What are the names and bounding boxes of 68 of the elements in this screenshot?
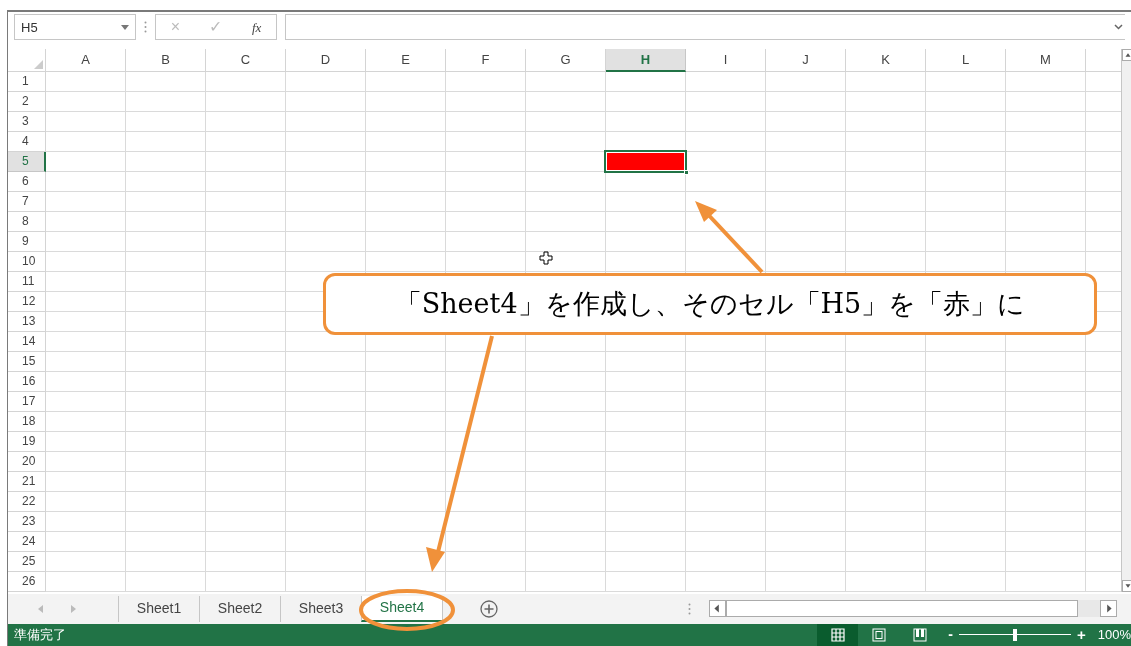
row-header[interactable]: 7 [8, 191, 46, 212]
column-header[interactable]: L [926, 48, 1006, 72]
row-header[interactable]: 9 [8, 231, 46, 252]
dropdown-icon [121, 24, 129, 30]
vertical-scrollbar[interactable] [1121, 48, 1131, 592]
scroll-up-icon[interactable] [1122, 48, 1131, 61]
page-break-icon [912, 627, 927, 642]
row-header[interactable]: 11 [8, 271, 46, 292]
zoom-level[interactable]: 100% [1097, 625, 1131, 645]
row-header[interactable]: 20 [8, 451, 46, 472]
row-header[interactable]: 17 [8, 391, 46, 412]
row-header[interactable]: 18 [8, 411, 46, 432]
grip-icon[interactable] [688, 602, 691, 615]
row-header[interactable]: 24 [8, 531, 46, 552]
view-button[interactable] [817, 623, 859, 646]
column-header[interactable]: M [1006, 48, 1086, 72]
column-header[interactable]: K [846, 48, 926, 72]
row-header[interactable]: 4 [8, 131, 46, 152]
column-header[interactable]: I [686, 48, 766, 72]
column-header[interactable]: D [286, 48, 366, 72]
row-header[interactable]: 14 [8, 331, 46, 352]
row-header[interactable]: 10 [8, 251, 46, 272]
row-header[interactable]: 8 [8, 211, 46, 232]
column-header[interactable]: E [366, 48, 446, 72]
sheet-tab[interactable]: Sheet1 [118, 595, 199, 622]
cell-grid[interactable] [46, 71, 1121, 592]
row-header[interactable]: 19 [8, 431, 46, 452]
row-header[interactable]: 1 [8, 71, 46, 92]
zoom-thumb[interactable] [1013, 628, 1017, 641]
row-header[interactable]: 16 [8, 371, 46, 392]
insert-function-button[interactable]: fx [251, 17, 262, 38]
row-header[interactable]: 22 [8, 491, 46, 512]
column-header[interactable]: F [446, 48, 526, 72]
scroll-left-icon[interactable] [709, 600, 726, 618]
row-header[interactable]: 26 [8, 571, 46, 592]
row-header[interactable]: 23 [8, 511, 46, 532]
formula-field[interactable] [285, 14, 1125, 41]
row-header[interactable]: 2 [8, 91, 46, 112]
row-header[interactable]: 15 [8, 351, 46, 372]
grid-icon [830, 627, 845, 642]
row-header[interactable]: 5 [8, 151, 46, 172]
add-sheet-icon[interactable] [480, 599, 498, 618]
column-header[interactable]: B [126, 48, 206, 72]
zoom-slider[interactable] [959, 628, 1071, 641]
grip-icon [144, 21, 147, 34]
column-header[interactable]: C [206, 48, 286, 72]
page-icon [871, 627, 886, 642]
sheet-tab[interactable]: Sheet4 [361, 595, 442, 622]
selected-cell[interactable] [604, 149, 687, 173]
row-header[interactable]: 13 [8, 311, 46, 332]
column-header[interactable]: A [46, 48, 126, 72]
name-box[interactable]: H5 [14, 14, 136, 41]
row-header[interactable]: 25 [8, 551, 46, 572]
sheet-tab[interactable]: Sheet2 [199, 595, 280, 622]
scroll-down-icon[interactable] [1122, 579, 1131, 592]
zoom-in-button[interactable]: + [1077, 623, 1086, 646]
cursor-icon [539, 251, 553, 265]
column-header[interactable]: J [766, 48, 846, 72]
scroll-right-icon[interactable] [1100, 600, 1117, 618]
expand-icon [1114, 24, 1123, 31]
row-header[interactable]: 3 [8, 111, 46, 132]
row-header[interactable]: 21 [8, 471, 46, 492]
callout-text: 「Sheet4」を作成し、そのセル「H5」を「赤」に [394, 286, 1026, 321]
status-text: 準備完了 [13, 626, 66, 644]
column-header[interactable]: H [606, 48, 686, 72]
zoom-out-button[interactable]: - [948, 624, 953, 646]
row-header[interactable]: 12 [8, 291, 46, 312]
row-header[interactable]: 6 [8, 171, 46, 192]
